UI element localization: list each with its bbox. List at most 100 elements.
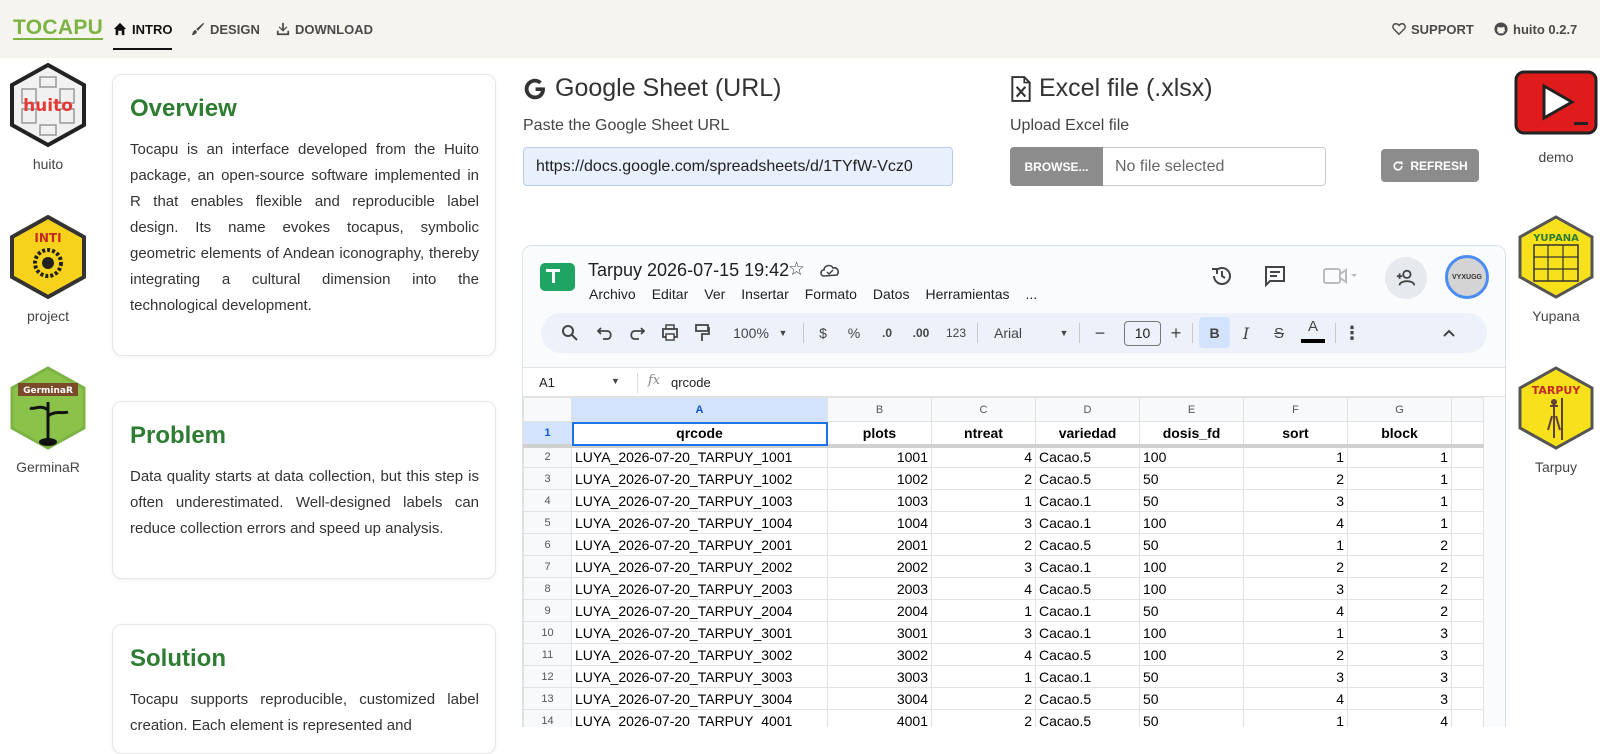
row-number[interactable]: 11 [523,643,572,666]
cell[interactable]: 1 [931,665,1036,688]
column-header-f[interactable]: F [1243,397,1348,422]
row-number[interactable]: 10 [523,621,572,644]
history-icon[interactable] [1210,264,1234,288]
cell[interactable]: LUYA_2026-07-20_TARPUY_2004 [571,599,828,622]
cell[interactable]: 2003 [827,577,932,600]
cell[interactable]: 1003 [827,489,932,512]
row-number[interactable]: 6 [523,533,572,556]
star-icon[interactable]: ☆ [788,258,805,281]
nav-tab-download[interactable]: DOWNLOAD [276,20,373,38]
cell[interactable]: LUYA_2026-07-20_TARPUY_3001 [571,621,828,644]
cell[interactable] [1451,467,1484,490]
decrease-decimal-button[interactable]: .0 [877,313,897,353]
row-number[interactable]: 12 [523,665,572,688]
germinar-logo-link[interactable]: GerminaR GerminaR [0,366,96,475]
cell[interactable]: 3003 [827,665,932,688]
formula-input[interactable]: qrcode [671,375,711,390]
menu-editar[interactable]: Editar [652,286,689,302]
cell[interactable]: 3004 [827,687,932,710]
demo-video-link[interactable]: demo [1508,70,1600,165]
cell[interactable]: Cacao.1 [1035,489,1140,512]
column-header-g[interactable]: G [1347,397,1452,422]
cell[interactable]: 1 [931,489,1036,512]
cell[interactable]: LUYA_2026-07-20_TARPUY_3003 [571,665,828,688]
cell[interactable]: 2 [1347,533,1452,556]
name-box-chevron-down-icon[interactable]: ▼ [611,376,620,386]
cell[interactable]: Cacao.1 [1035,511,1140,534]
cell[interactable]: dosis_fd [1139,421,1244,448]
row-number[interactable]: 8 [523,577,572,600]
menu-ver[interactable]: Ver [704,286,725,302]
project-logo-link[interactable]: INTI project [0,214,96,324]
cell[interactable]: 4 [1347,709,1452,727]
column-header-e[interactable]: E [1139,397,1244,422]
increase-decimal-button[interactable]: .00 [909,313,933,353]
cell[interactable] [1451,577,1484,600]
row-number[interactable]: 4 [523,489,572,512]
font-size-decrease-button[interactable]: − [1093,313,1107,353]
cell[interactable]: 4 [931,445,1036,468]
cell[interactable]: LUYA_2026-07-20_TARPUY_2003 [571,577,828,600]
menu-datos[interactable]: Datos [873,286,910,302]
strikethrough-button[interactable]: S [1269,313,1289,353]
cell[interactable]: variedad [1035,421,1140,448]
row-number[interactable]: 1 [523,421,572,448]
cell[interactable]: 3 [1243,577,1348,600]
cell[interactable]: LUYA_2026-07-20_TARPUY_1002 [571,467,828,490]
cell[interactable]: ntreat [931,421,1036,448]
cell[interactable]: 1 [1347,467,1452,490]
cell[interactable]: Cacao.1 [1035,555,1140,578]
user-avatar[interactable]: VYXUGG [1445,255,1489,299]
cell[interactable]: 1002 [827,467,932,490]
cell[interactable] [1451,511,1484,534]
row-number[interactable]: 7 [523,555,572,578]
cell[interactable]: 4 [931,577,1036,600]
video-call-icon[interactable] [1323,266,1359,286]
cell[interactable] [1451,533,1484,556]
cell[interactable]: 3 [1347,665,1452,688]
cell[interactable]: Cacao.1 [1035,665,1140,688]
cell[interactable]: 1 [931,599,1036,622]
cell[interactable]: 4001 [827,709,932,727]
column-header-a[interactable]: A [571,397,828,422]
cell[interactable]: sort [1243,421,1348,448]
browse-button[interactable]: BROWSE... [1010,147,1103,186]
italic-button[interactable]: I [1236,313,1256,353]
percent-format-button[interactable]: % [847,313,861,353]
redo-icon[interactable] [629,313,645,353]
cell[interactable]: 4 [1243,599,1348,622]
menu-formato[interactable]: Formato [805,286,857,302]
cell[interactable] [1451,599,1484,622]
cell[interactable]: LUYA_2026-07-20_TARPUY_4001 [571,709,828,727]
column-header-h[interactable] [1451,397,1484,422]
cell[interactable]: 1 [1243,709,1348,727]
row-number[interactable]: 2 [523,445,572,468]
cell[interactable]: 2 [1347,599,1452,622]
cell[interactable]: 2 [931,687,1036,710]
cell[interactable]: 4 [1243,687,1348,710]
row-number[interactable]: 13 [523,687,572,710]
cell[interactable]: 50 [1139,489,1244,512]
collapse-toolbar-chevron-up-icon[interactable] [1441,313,1457,353]
comment-icon[interactable] [1263,264,1287,288]
cell[interactable]: 100 [1139,555,1244,578]
cell[interactable]: 100 [1139,643,1244,666]
zoom-select[interactable]: 100% [729,313,773,353]
cell[interactable]: LUYA_2026-07-20_TARPUY_1001 [571,445,828,468]
github-version-link[interactable]: huito 0.2.7 [1494,20,1577,38]
cell[interactable]: Cacao.5 [1035,445,1140,468]
cell[interactable]: 3 [1347,621,1452,644]
row-number[interactable]: 9 [523,599,572,622]
cell[interactable]: LUYA_2026-07-20_TARPUY_1004 [571,511,828,534]
cell[interactable]: 50 [1139,665,1244,688]
menu-insertar[interactable]: Insertar [741,286,788,302]
cell[interactable]: LUYA_2026-07-20_TARPUY_2001 [571,533,828,556]
cell[interactable]: 50 [1139,467,1244,490]
refresh-button[interactable]: REFRESH [1381,149,1479,182]
undo-icon[interactable] [597,313,613,353]
sheet-doc-title[interactable]: Tarpuy 2026-07-15 19:42 [588,260,789,281]
cell[interactable]: Cacao.1 [1035,621,1140,644]
cell[interactable]: 3001 [827,621,932,644]
cell[interactable]: Cacao.5 [1035,577,1140,600]
cell[interactable]: 2 [1347,555,1452,578]
